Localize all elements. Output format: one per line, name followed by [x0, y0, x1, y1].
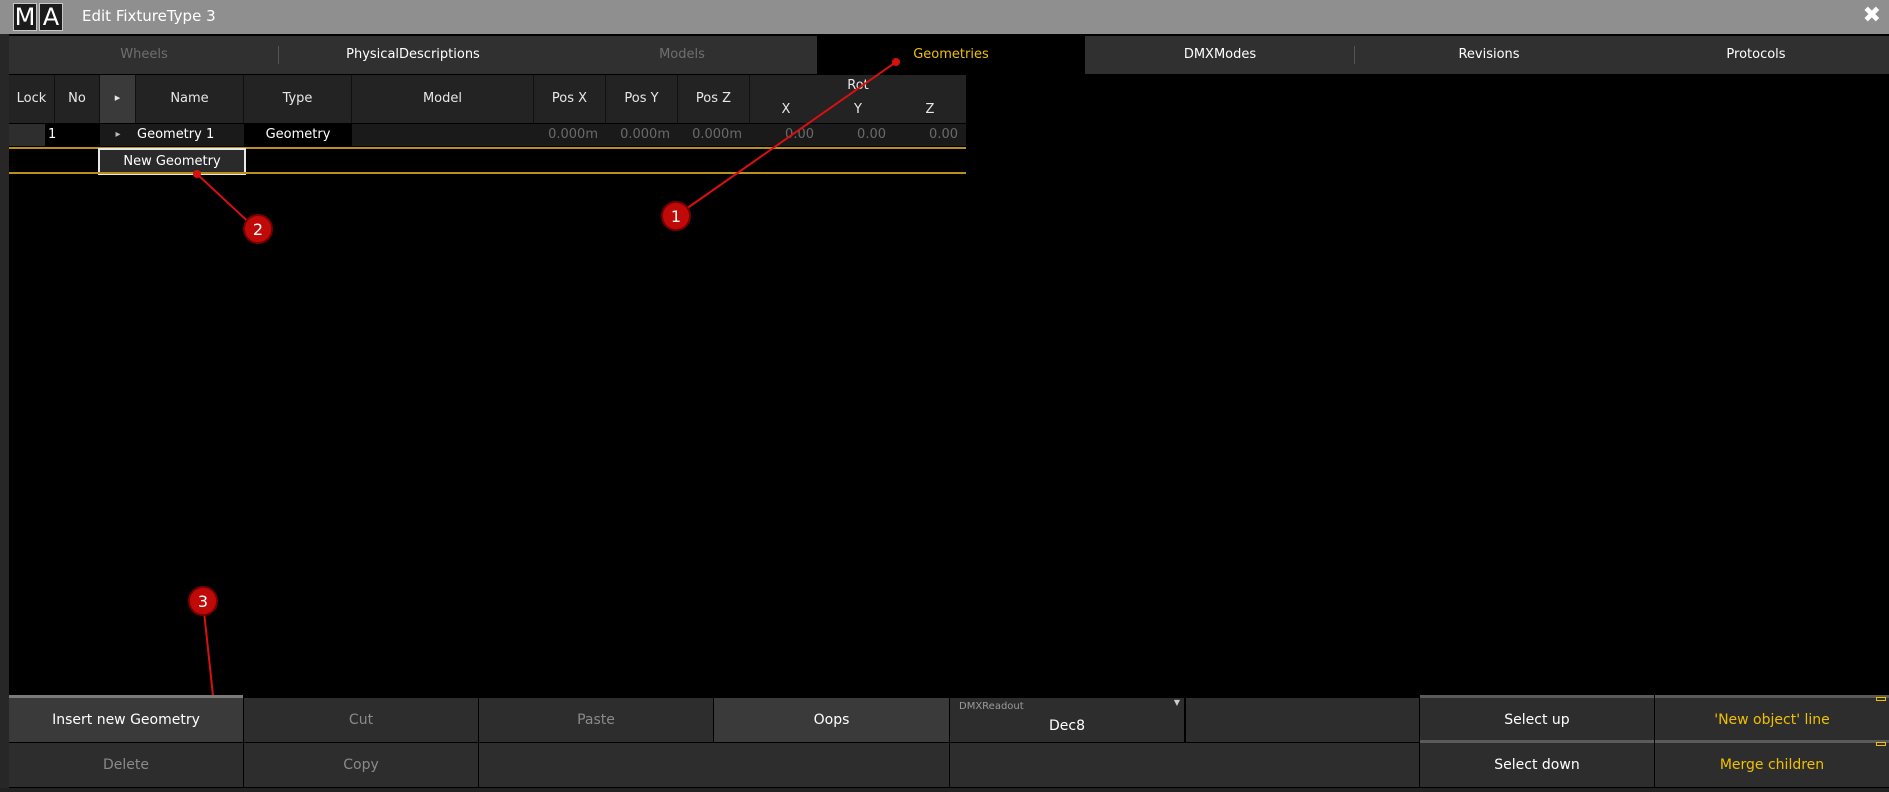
- callout-lines: [196, 61, 897, 725]
- dmx-readout-label: DMXReadout: [959, 701, 1024, 712]
- oops-button[interactable]: Oops: [714, 698, 949, 742]
- cut-button[interactable]: Cut: [244, 698, 478, 742]
- callout-marker-1: 1: [661, 201, 691, 231]
- callout-marker-2: 2: [243, 214, 273, 244]
- empty-button-slot: [950, 743, 1419, 787]
- callout-dot-1: [892, 58, 900, 66]
- copy-button[interactable]: Copy: [244, 743, 478, 787]
- toggle-indicator-icon: [1876, 742, 1886, 746]
- delete-button[interactable]: Delete: [9, 743, 243, 787]
- toggle-indicator-icon: [1876, 697, 1886, 701]
- select-up-button[interactable]: Select up: [1420, 698, 1654, 742]
- dropdown-arrow-icon: ▼: [1173, 698, 1180, 707]
- callout-line-1: [675, 61, 897, 217]
- dmx-readout-value: Dec8: [1049, 718, 1085, 734]
- insert-new-geometry-button[interactable]: Insert new Geometry: [9, 698, 243, 742]
- merge-children-button[interactable]: Merge children: [1655, 743, 1889, 787]
- empty-button-slot: [1186, 698, 1419, 742]
- bottom-edge: [0, 788, 1889, 792]
- select-down-button[interactable]: Select down: [1420, 743, 1654, 787]
- new-object-line-button[interactable]: 'New object' line: [1655, 698, 1889, 742]
- dmx-readout-selector[interactable]: DMXReadout Dec8 ▼: [950, 698, 1184, 742]
- callout-marker-3: 3: [188, 586, 218, 616]
- paste-button[interactable]: Paste: [479, 698, 713, 742]
- callout-dot-2: [193, 170, 201, 178]
- empty-button-slot: [479, 743, 949, 787]
